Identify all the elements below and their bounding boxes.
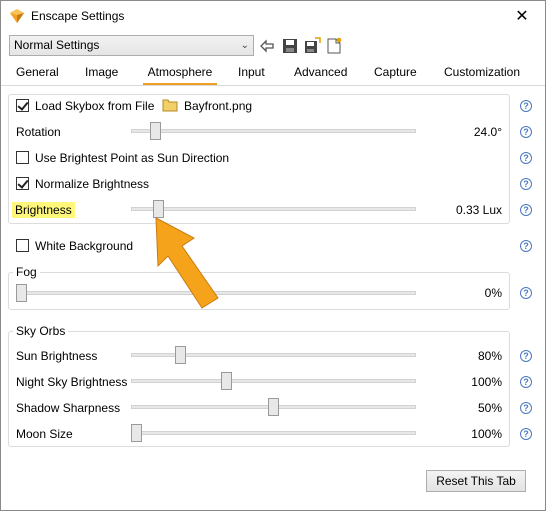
moon-size-label: Moon Size: [16, 427, 73, 441]
normalize-brightness-checkbox[interactable]: [16, 177, 29, 190]
shadow-sharpness-label: Shadow Sharpness: [16, 401, 121, 415]
tab-capture[interactable]: Capture: [372, 59, 419, 85]
help-icon[interactable]: ?: [520, 428, 532, 440]
brightest-point-checkbox[interactable]: [16, 151, 29, 164]
settings-window: Enscape Settings ✕ Normal Settings ⌄ Gen…: [0, 0, 546, 511]
window-title: Enscape Settings: [31, 9, 125, 23]
brightness-value: 0.33 Lux: [455, 203, 502, 217]
fog-group-title: Fog: [13, 265, 40, 279]
tab-advanced[interactable]: Advanced: [292, 59, 349, 85]
title-bar: Enscape Settings ✕: [1, 1, 545, 32]
help-icon[interactable]: ?: [520, 402, 532, 414]
help-icon[interactable]: ?: [520, 152, 532, 164]
load-skybox-checkbox[interactable]: [16, 99, 29, 112]
brightness-slider-track[interactable]: [131, 207, 416, 211]
help-icon[interactable]: ?: [520, 204, 532, 216]
annotation-arrow-icon: [155, 217, 219, 309]
new-preset-icon[interactable]: [325, 37, 343, 55]
rotation-slider-thumb[interactable]: [150, 122, 162, 140]
shadow-sharpness-value: 50%: [477, 401, 502, 415]
tab-atmosphere[interactable]: Atmosphere: [143, 59, 217, 85]
save-icon[interactable]: [281, 37, 299, 55]
night-sky-brightness-slider-track[interactable]: [131, 379, 416, 383]
brightness-label: Brightness: [12, 202, 75, 218]
preset-dropdown[interactable]: Normal Settings ⌄: [9, 35, 254, 56]
help-icon[interactable]: ?: [520, 376, 532, 388]
save-as-icon[interactable]: [303, 37, 321, 55]
fog-value: 0%: [484, 286, 502, 300]
night-sky-brightness-slider-thumb[interactable]: [221, 372, 233, 390]
close-icon: ✕: [515, 8, 529, 25]
moon-size-slider-thumb[interactable]: [131, 424, 142, 442]
white-background-label: White Background: [35, 239, 134, 253]
sun-brightness-slider-track[interactable]: [131, 353, 416, 357]
fog-slider-thumb[interactable]: [16, 284, 27, 302]
help-icon[interactable]: ?: [520, 126, 532, 138]
undo-icon[interactable]: [259, 37, 277, 55]
shadow-sharpness-slider-thumb[interactable]: [268, 398, 279, 416]
sun-brightness-label: Sun Brightness: [16, 349, 98, 363]
tab-input[interactable]: Input: [236, 59, 267, 85]
tab-bar: General Image Atmosphere Input Advanced …: [1, 59, 545, 86]
night-sky-brightness-value: 100%: [471, 375, 502, 389]
rotation-label: Rotation: [16, 125, 61, 139]
help-icon[interactable]: ?: [520, 287, 532, 299]
moon-size-slider-track[interactable]: [131, 431, 416, 435]
help-icon[interactable]: ?: [520, 350, 532, 362]
tab-general[interactable]: General: [14, 59, 61, 85]
tab-customization[interactable]: Customization: [442, 59, 522, 85]
white-background-checkbox[interactable]: [16, 239, 29, 252]
skybox-file-name[interactable]: Bayfront.png: [184, 99, 252, 113]
sun-brightness-value: 80%: [477, 349, 502, 363]
preset-selected-value: Normal Settings: [14, 38, 100, 52]
night-sky-brightness-label: Night Sky Brightness: [16, 375, 128, 389]
tab-image[interactable]: Image: [83, 59, 120, 85]
close-button[interactable]: ✕: [499, 1, 545, 31]
sun-brightness-slider-thumb[interactable]: [174, 346, 186, 364]
normalize-brightness-label: Normalize Brightness: [35, 177, 150, 191]
folder-icon[interactable]: [162, 98, 178, 112]
load-skybox-label: Load Skybox from File: [35, 99, 155, 113]
rotation-value: 24.0°: [473, 125, 502, 139]
reset-tab-button[interactable]: Reset This Tab: [426, 470, 526, 492]
help-icon[interactable]: ?: [520, 240, 532, 252]
enscape-logo-icon: [10, 9, 24, 23]
help-icon[interactable]: ?: [520, 178, 532, 190]
chevron-down-icon: ⌄: [240, 40, 249, 51]
sky-orbs-group-title: Sky Orbs: [13, 324, 69, 338]
brightest-point-label: Use Brightest Point as Sun Direction: [35, 151, 230, 165]
moon-size-value: 100%: [471, 427, 502, 441]
rotation-slider-track[interactable]: [131, 129, 416, 133]
help-icon[interactable]: ?: [520, 100, 532, 112]
